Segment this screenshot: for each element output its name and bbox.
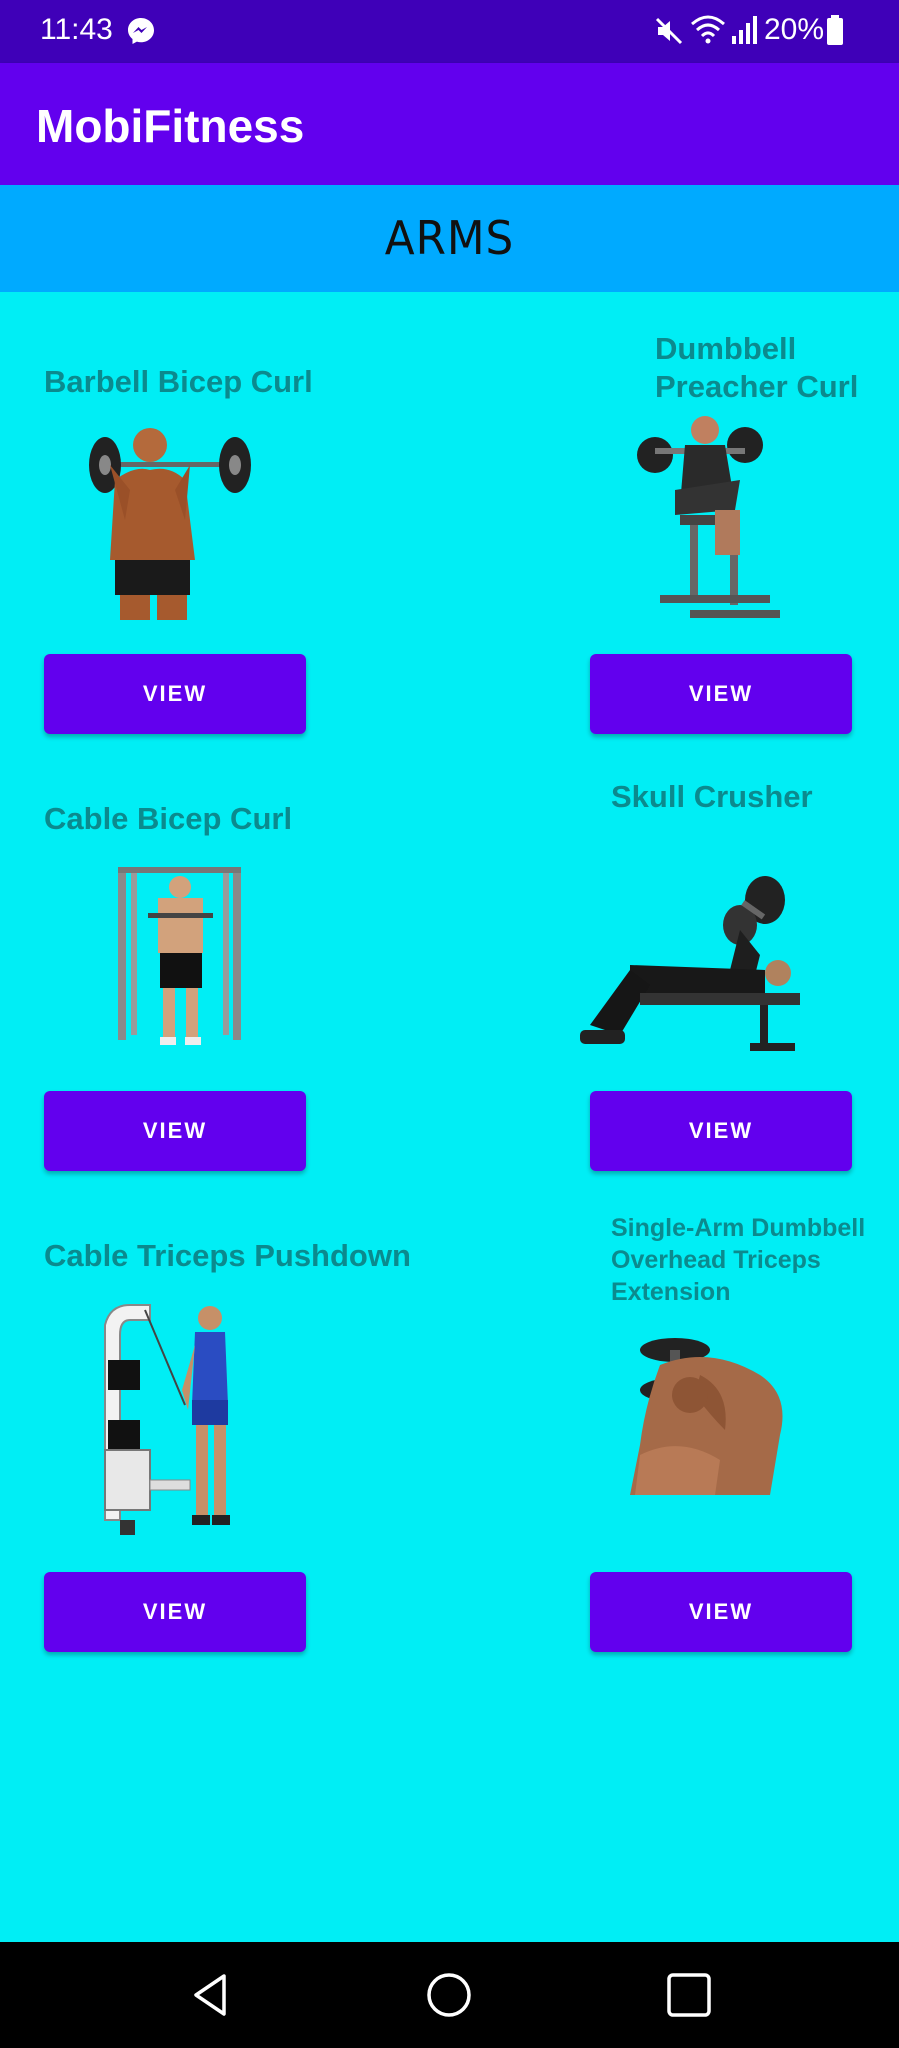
exercise-title: Dumbbell Preacher Curl [655,331,859,404]
overhead-triceps-extension-image [630,1338,783,1495]
exercise-title: Single-Arm Dumbbell Overhead Triceps Ext… [611,1214,866,1306]
cable-triceps-pushdown-image [104,1304,230,1535]
dumbbell-preacher-curl-image [637,416,780,618]
app-title: MobiFitness [36,100,305,152]
navigation-bar [0,1942,899,2048]
view-button[interactable]: VIEW [44,1091,306,1171]
home-icon[interactable] [424,1970,474,2020]
messenger-icon [128,18,154,44]
exercise-title: Cable Triceps Pushdown [44,1238,411,1273]
status-time: 11:43 [40,13,113,46]
view-button[interactable]: VIEW [44,654,306,734]
recents-icon[interactable] [664,1970,714,2020]
app-bar: MobiFitness [0,63,899,185]
status-bar: 11:43 20% [0,0,899,63]
category-title: ARMS [384,211,515,265]
wifi-icon [691,15,725,44]
battery-percent: 20% [764,13,825,46]
view-button[interactable]: VIEW [590,654,852,734]
exercise-title: Cable Bicep Curl [44,801,293,836]
battery-icon [827,15,843,45]
back-icon[interactable] [186,1970,236,2020]
cable-bicep-curl-image [118,867,241,1045]
exercise-title: Skull Crusher [611,779,813,814]
barbell-bicep-curl-image [89,428,251,620]
signal-icon [732,16,757,44]
category-banner: ARMS [0,185,899,292]
exercise-title: Barbell Bicep Curl [44,364,313,399]
view-button[interactable]: VIEW [590,1091,852,1171]
view-button[interactable]: VIEW [590,1572,852,1652]
mute-icon [655,17,683,45]
view-button[interactable]: VIEW [44,1572,306,1652]
skull-crusher-image [580,876,800,1051]
